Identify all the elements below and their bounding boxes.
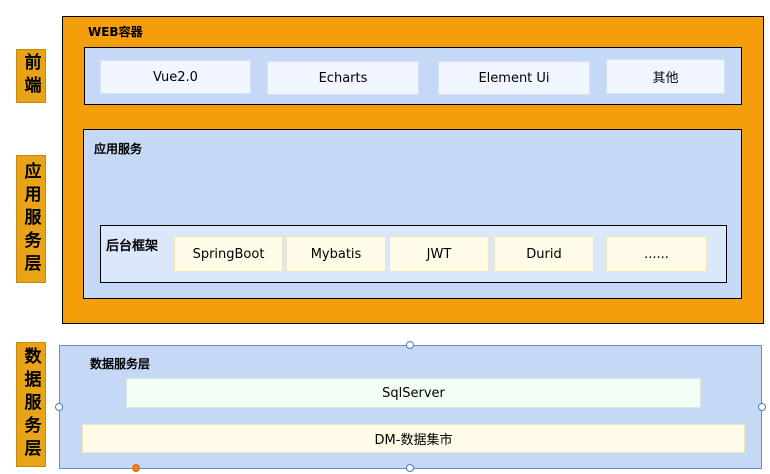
layer-label-app-service: 应用服务层 xyxy=(16,155,46,283)
frontend-item-other: 其他 xyxy=(606,59,725,94)
app-service-title: 应用服务 xyxy=(94,142,143,156)
backend-framework-title: 后台框架 xyxy=(106,239,159,254)
selection-handle-right[interactable] xyxy=(758,403,766,411)
connection-point-handle[interactable] xyxy=(132,464,140,472)
data-item-dm-mart: DM-数据集市 xyxy=(82,424,745,453)
framework-item-mybatis: Mybatis xyxy=(286,236,386,272)
web-container-title: WEB容器 xyxy=(88,25,143,39)
framework-item-more: ...... xyxy=(606,236,707,272)
selection-handle-bottom[interactable] xyxy=(406,464,414,472)
frontend-item-echarts: Echarts xyxy=(267,61,419,95)
data-item-sqlserver: SqlServer xyxy=(126,378,701,408)
selection-handle-top[interactable] xyxy=(406,341,414,349)
framework-item-durid: Durid xyxy=(494,236,594,272)
data-service-title: 数据服务层 xyxy=(90,357,151,371)
framework-item-springboot: SpringBoot xyxy=(174,236,283,272)
frontend-item-vue: Vue2.0 xyxy=(100,60,251,94)
frontend-item-element-ui: Element Ui xyxy=(438,61,590,95)
layer-label-data-service: 数据服务层 xyxy=(16,342,46,467)
framework-item-jwt: JWT xyxy=(389,236,489,272)
selection-handle-left[interactable] xyxy=(55,403,63,411)
layer-label-frontend: 前端 xyxy=(16,49,46,103)
